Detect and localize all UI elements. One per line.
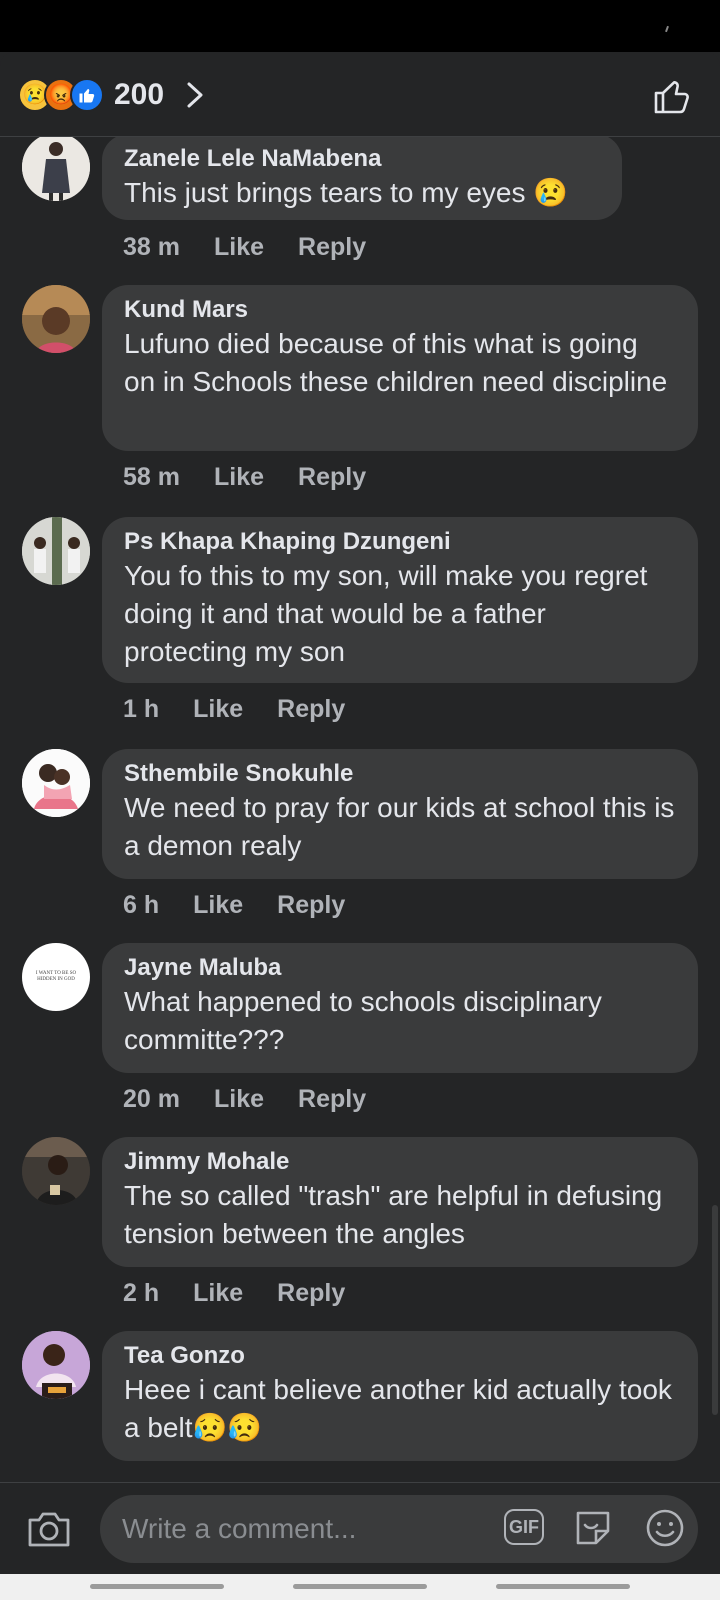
- comment-text: The so called "trash" are helpful in def…: [124, 1180, 663, 1249]
- comment-text: Heee i cant believe another kid actually…: [124, 1374, 672, 1443]
- status-indicator: [665, 25, 669, 33]
- like-link[interactable]: Like: [193, 695, 243, 724]
- nav-recent-apps[interactable]: [90, 1584, 224, 1589]
- camera-icon[interactable]: [26, 1509, 72, 1549]
- reply-link[interactable]: Reply: [298, 463, 366, 492]
- nav-back[interactable]: [496, 1584, 630, 1589]
- comment-time: 20 m: [123, 1085, 180, 1113]
- comment-actions: 38 m Like Reply: [123, 233, 366, 262]
- reply-link[interactable]: Reply: [298, 1085, 366, 1114]
- sticker-icon[interactable]: [572, 1507, 614, 1549]
- comment-time: 1 h: [123, 695, 160, 723]
- reply-link[interactable]: Reply: [277, 695, 345, 724]
- reply-link[interactable]: Reply: [277, 891, 345, 920]
- reaction-summary[interactable]: 😢 😡 200: [18, 78, 164, 112]
- comment-actions: 58 m Like Reply: [123, 463, 366, 492]
- comment-author[interactable]: Ps Khapa Khaping Dzungeni: [124, 527, 676, 557]
- comment-bubble[interactable]: Jimmy Mohale The so called "trash" are h…: [102, 1137, 698, 1267]
- avatar-text: I WANT TO BE SO HIDDEN IN GOD: [35, 971, 77, 982]
- comment-author[interactable]: Jayne Maluba: [124, 953, 676, 983]
- like-link[interactable]: Like: [214, 463, 264, 492]
- comment-author[interactable]: Zanele Lele NaMabena: [124, 144, 600, 174]
- comment-bubble[interactable]: Ps Khapa Khaping Dzungeni You fo this to…: [102, 517, 698, 683]
- avatar[interactable]: [22, 517, 90, 585]
- comment-actions: 1 h Like Reply: [123, 695, 345, 724]
- comment-bubble[interactable]: Jayne Maluba What happened to schools di…: [102, 943, 698, 1073]
- comment-text: You fo this to my son, will make you reg…: [124, 560, 648, 667]
- like-icon: [70, 78, 104, 112]
- like-link[interactable]: Like: [214, 233, 264, 262]
- comment-text: This just brings tears to my eyes 😢: [124, 177, 569, 208]
- comment-time: 38 m: [123, 233, 180, 261]
- comment-text: Lufuno died because of this what is goin…: [124, 328, 668, 397]
- comment-author[interactable]: Sthembile Snokuhle: [124, 759, 676, 789]
- like-link[interactable]: Like: [193, 1279, 243, 1308]
- avatar[interactable]: I WANT TO BE SO HIDDEN IN GOD: [22, 943, 90, 1011]
- comment-time: 58 m: [123, 463, 180, 491]
- comment-text: What happened to schools disciplinary co…: [124, 986, 602, 1055]
- comment-actions: 20 m Like Reply: [123, 1085, 366, 1114]
- like-button-icon[interactable]: [652, 76, 692, 116]
- comment-author[interactable]: Tea Gonzo: [124, 1341, 676, 1371]
- gif-button[interactable]: GIF: [504, 1509, 544, 1545]
- comment-author[interactable]: Kund Mars: [124, 295, 676, 325]
- comment-time: 6 h: [123, 891, 160, 919]
- reply-link[interactable]: Reply: [277, 1279, 345, 1308]
- avatar[interactable]: [22, 285, 90, 353]
- like-link[interactable]: Like: [193, 891, 243, 920]
- gif-label: GIF: [509, 1516, 539, 1537]
- comment-input[interactable]: Write a comment... GIF: [100, 1495, 698, 1563]
- comment-bubble[interactable]: Kund Mars Lufuno died because of this wh…: [102, 285, 698, 451]
- comment-author[interactable]: Jimmy Mohale: [124, 1147, 676, 1177]
- avatar[interactable]: [22, 1137, 90, 1205]
- chevron-right-icon[interactable]: [180, 80, 210, 110]
- nav-home[interactable]: [293, 1584, 427, 1589]
- like-link[interactable]: Like: [214, 1085, 264, 1114]
- status-bar: [0, 0, 720, 52]
- comment-actions: 6 h Like Reply: [123, 891, 345, 920]
- comment-placeholder: Write a comment...: [122, 1513, 357, 1544]
- comment-bubble[interactable]: Sthembile Snokuhle We need to pray for o…: [102, 749, 698, 879]
- reactions-header: 😢 😡 200: [0, 52, 720, 137]
- emoji-icon[interactable]: [644, 1507, 686, 1549]
- reaction-count: 200: [114, 78, 165, 111]
- system-nav-bar: [0, 1574, 720, 1600]
- comments-list[interactable]: Zanele Lele NaMabena This just brings te…: [0, 137, 720, 1482]
- comment-text: We need to pray for our kids at school t…: [124, 792, 675, 861]
- reply-link[interactable]: Reply: [298, 233, 366, 262]
- scrollbar[interactable]: [712, 1205, 718, 1415]
- comment-actions: 2 h Like Reply: [123, 1279, 345, 1308]
- comment-bubble[interactable]: Tea Gonzo Heee i cant believe another ki…: [102, 1331, 698, 1461]
- comment-time: 2 h: [123, 1279, 160, 1307]
- comment-bubble[interactable]: Zanele Lele NaMabena This just brings te…: [102, 137, 622, 220]
- avatar[interactable]: [22, 1331, 90, 1399]
- avatar[interactable]: [22, 749, 90, 817]
- comment-composer: Write a comment... GIF: [0, 1482, 720, 1575]
- avatar[interactable]: [22, 137, 90, 201]
